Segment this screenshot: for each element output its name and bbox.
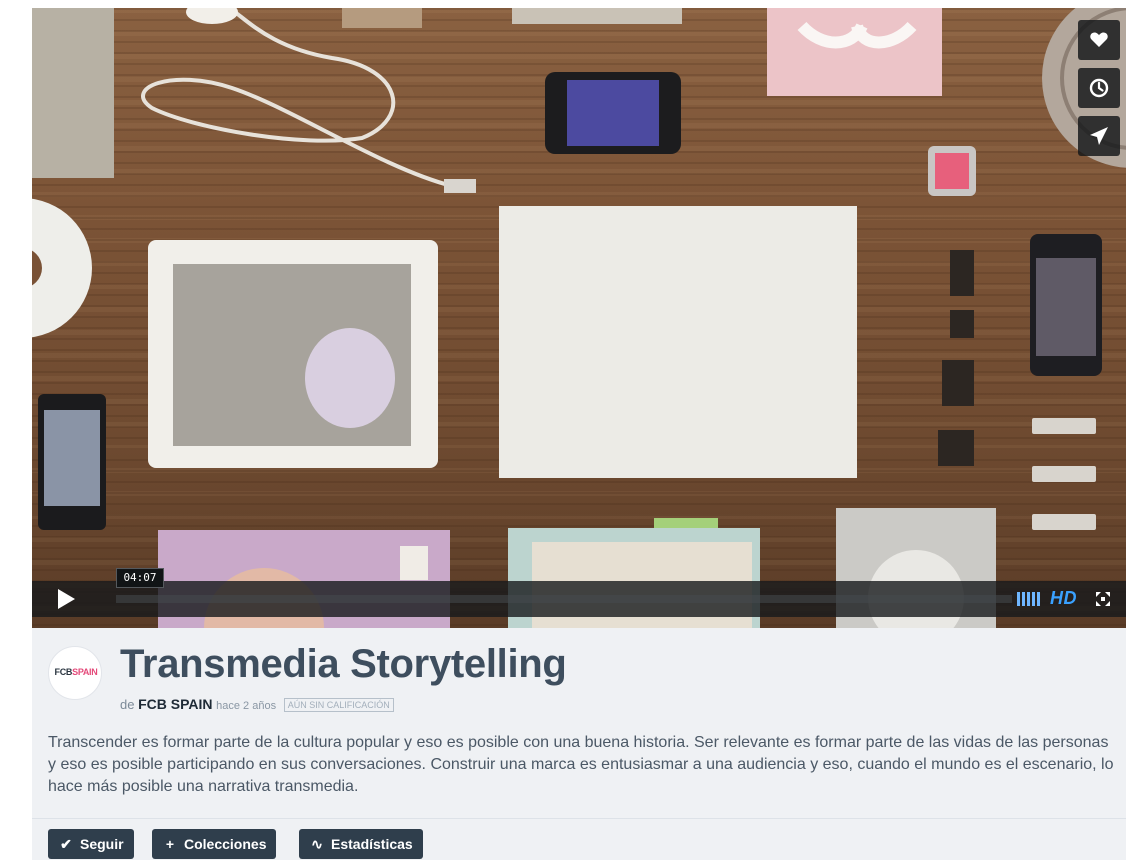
follow-button-label: Seguir <box>80 836 124 852</box>
hd-toggle-button[interactable]: HD <box>1050 588 1077 609</box>
action-bar: ✔ Seguir + Colecciones ∿ Estadísticas <box>32 818 1126 860</box>
clock-icon <box>1089 78 1109 98</box>
letter-block-shape <box>938 430 974 466</box>
share-button[interactable] <box>1078 116 1120 156</box>
progress-bar[interactable] <box>116 595 1012 603</box>
follow-button[interactable]: ✔ Seguir <box>48 829 134 859</box>
stats-icon: ∿ <box>311 836 323 852</box>
usb-key-shape <box>1032 418 1096 434</box>
video-byline: de FCB SPAIN hace 2 años AÚN SIN CALIFIC… <box>120 696 394 712</box>
play-button[interactable] <box>32 581 96 617</box>
usb-plug-shape <box>444 179 476 193</box>
pink-card-shape <box>767 8 942 96</box>
stats-button-label: Estadísticas <box>331 836 413 852</box>
fullscreen-icon[interactable] <box>1095 591 1111 607</box>
video-info-panel: FCBSPAIN Transmedia Storytelling de FCB … <box>32 628 1126 860</box>
posted-ago: hace 2 años <box>216 700 277 712</box>
checkmark-icon: ✔ <box>60 836 72 852</box>
heart-icon <box>1090 32 1108 47</box>
usb-key-shape <box>1032 514 1096 530</box>
video-frame-scene <box>32 8 1126 628</box>
phone-screen-shape <box>567 80 659 146</box>
video-player[interactable]: HD 04:07 <box>32 8 1126 628</box>
channel-logo: FCBSPAIN <box>49 667 101 677</box>
byline-prefix: de <box>120 697 135 712</box>
volume-button[interactable] <box>1017 592 1043 606</box>
channel-logo-text: FCB <box>54 667 73 677</box>
letter-block-shape <box>942 360 974 406</box>
canvas-board-shape <box>499 206 857 478</box>
letter-block-shape <box>950 310 974 338</box>
tablet-ball-shape <box>305 328 395 428</box>
phone-screen-shape <box>44 410 100 506</box>
usb-key-shape <box>1032 466 1096 482</box>
collections-button[interactable]: + Colecciones <box>152 829 277 859</box>
watch-later-button[interactable] <box>1078 68 1120 108</box>
box-shape <box>342 8 422 28</box>
video-title: Transmedia Storytelling <box>120 642 567 686</box>
channel-logo-text-accent: SPAIN <box>72 667 98 677</box>
page: HD 04:07 FCBSPAIN Transmedia Storytellin… <box>0 0 1126 860</box>
notebook-shape <box>32 8 114 178</box>
rating-badge: AÚN SIN CALIFICACIÓN <box>283 698 394 712</box>
like-button[interactable] <box>1078 20 1120 60</box>
player-control-bar: HD <box>32 581 1126 617</box>
stats-button[interactable]: ∿ Estadísticas <box>299 829 423 859</box>
channel-avatar[interactable]: FCBSPAIN <box>48 646 102 700</box>
bookmark-shape <box>654 518 718 528</box>
play-icon <box>58 589 75 609</box>
collections-button-label: Colecciones <box>184 836 267 852</box>
tag-shape <box>400 546 428 580</box>
ipod-screen-shape <box>935 153 969 189</box>
video-description: Transcender es formar parte de la cultur… <box>48 734 1114 795</box>
phone-screen-shape <box>1036 258 1096 356</box>
author-link[interactable]: FCB SPAIN <box>138 696 212 712</box>
cable-shape <box>141 8 453 188</box>
plus-icon: + <box>165 836 175 852</box>
time-tooltip: 04:07 <box>116 568 164 588</box>
box-shape <box>512 8 682 24</box>
charger-shape <box>186 8 238 24</box>
letter-block-shape <box>950 250 974 296</box>
paper-plane-icon <box>1090 127 1108 145</box>
